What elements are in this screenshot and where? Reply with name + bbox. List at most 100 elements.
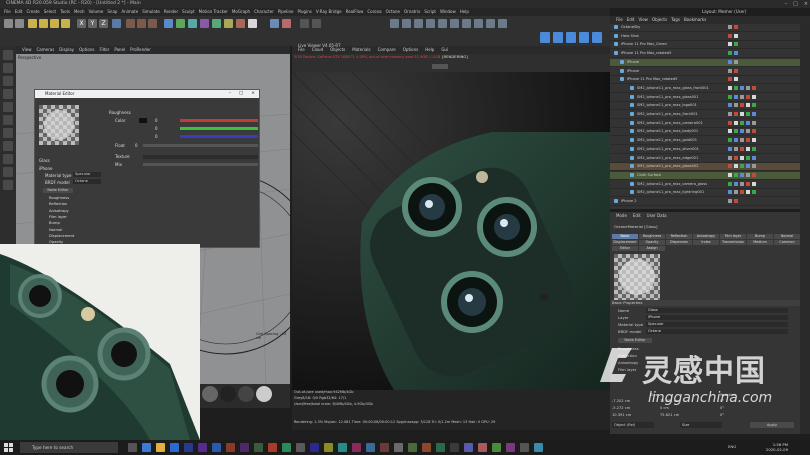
tag-icon[interactable] (752, 155, 756, 160)
tag-icon[interactable] (734, 77, 738, 82)
tab-roughness[interactable]: Roughness (639, 234, 665, 239)
tag-icon[interactable] (740, 94, 744, 99)
app-icon-20[interactable] (394, 443, 403, 452)
tag-icon[interactable] (728, 42, 732, 47)
menu-motion-tracker[interactable]: Motion Tracker (199, 8, 228, 16)
tag-icon[interactable] (734, 25, 738, 29)
mode-icon-2[interactable] (3, 63, 13, 73)
tag-icon[interactable] (752, 129, 756, 134)
live-viewer-menu-gui[interactable]: Gui (441, 46, 448, 54)
object-row[interactable]: SM2_iphone11_pro_max_body001 (610, 128, 800, 137)
menu-mograph[interactable]: MoGraph (232, 8, 250, 16)
app-icon-24[interactable] (450, 443, 459, 452)
app-icon-14[interactable] (310, 443, 319, 452)
object-row[interactable]: iPhone 11 Pro Max_Green (610, 41, 800, 50)
viewport-menu-cameras[interactable]: Cameras (37, 46, 55, 54)
om-menu-file[interactable]: File (616, 16, 623, 24)
app-icon-16[interactable] (338, 443, 347, 452)
tag-icon[interactable] (728, 190, 732, 195)
tag-icon[interactable] (734, 85, 738, 90)
tab-index[interactable]: Index (693, 240, 719, 245)
node-editor-button[interactable]: Node Editor (43, 188, 73, 193)
channel-roughness[interactable]: Roughness (49, 196, 69, 200)
tag-icon[interactable] (734, 129, 738, 134)
tag-icon[interactable] (740, 181, 744, 186)
am-menu-edit[interactable]: Edit (633, 212, 641, 220)
menu-tools[interactable]: Tools (60, 8, 70, 16)
app-icon-17[interactable] (352, 443, 361, 452)
tab-dispersion[interactable]: Dispersion (666, 240, 692, 245)
tag-icon[interactable] (752, 181, 756, 186)
tag-icon[interactable] (746, 164, 750, 169)
plugin-icon-1[interactable] (390, 19, 399, 28)
menu-mesh[interactable]: Mesh (74, 8, 85, 16)
am-menu-user-data[interactable]: User Data (647, 212, 667, 220)
tag-icon[interactable] (734, 146, 738, 151)
live-select-icon[interactable] (28, 19, 37, 28)
tag-icon[interactable] (734, 112, 738, 116)
tag-icon[interactable] (728, 181, 732, 186)
tag-icon[interactable] (728, 164, 732, 169)
menu-script[interactable]: Script (424, 8, 436, 16)
tag-icon[interactable] (752, 85, 756, 90)
app-icon-27[interactable] (492, 443, 501, 452)
object-row[interactable]: iPhone 11 Pro Max_rotated5 (610, 50, 800, 59)
material-swatch-4[interactable] (256, 386, 272, 402)
menu-corona[interactable]: Corona (367, 8, 381, 16)
channel-film-layer[interactable]: Film layer (49, 215, 67, 219)
object-row[interactable]: Hero Shot (610, 33, 800, 41)
minimize-icon[interactable]: – (785, 0, 788, 8)
app-icon-10[interactable] (254, 443, 263, 452)
viewport-menu-filter[interactable]: Filter (99, 46, 109, 54)
tag-icon[interactable] (728, 155, 732, 160)
float-value[interactable]: 0 (135, 143, 138, 148)
tag-icon[interactable] (734, 33, 738, 38)
tag-icon[interactable] (734, 172, 738, 177)
material-swatch-3[interactable] (238, 386, 254, 402)
edge-icon[interactable] (142, 443, 151, 452)
tag-icon[interactable] (752, 112, 756, 116)
deformer-icon[interactable] (212, 19, 221, 28)
layout-value[interactable]: Mesher (User) (718, 9, 746, 14)
tag-icon[interactable] (728, 103, 732, 108)
tag-icon[interactable] (746, 112, 750, 116)
menu-animate[interactable]: Animate (121, 8, 138, 16)
cube-icon[interactable] (164, 19, 173, 28)
om-menu-tags[interactable]: Tags (671, 16, 680, 24)
tag-icon[interactable] (728, 94, 732, 99)
tag-icon[interactable] (734, 155, 738, 160)
menu-edit[interactable]: Edit (15, 8, 23, 16)
layout-icon-4[interactable] (579, 32, 589, 43)
material-swatch-2[interactable] (220, 386, 236, 402)
coordinate-system-icon[interactable] (112, 19, 121, 28)
tab-bump[interactable]: Bump (747, 234, 773, 239)
tag-icon[interactable] (740, 164, 744, 169)
menu-ornatrix[interactable]: Ornatrix (404, 8, 420, 16)
tag-icon[interactable] (728, 129, 732, 134)
app-icon-29[interactable] (520, 443, 529, 452)
viewport-menu-panel[interactable]: Panel (114, 46, 125, 54)
app-icon-22[interactable] (422, 443, 431, 452)
app-icon-28[interactable] (506, 443, 515, 452)
live-viewer-menu-compare[interactable]: Compare (378, 46, 396, 54)
app-icon-19[interactable] (380, 443, 389, 452)
viewport-menu-prorender[interactable]: ProRender (130, 46, 151, 54)
object-row[interactable]: SM2_iphone11_pro_max_camera_glass (610, 181, 800, 189)
layout-icon-1[interactable] (540, 32, 550, 43)
tag-icon[interactable] (746, 138, 750, 143)
tag-icon[interactable] (728, 68, 732, 73)
plugin-icon-6[interactable] (450, 19, 459, 28)
plugin-icon-8[interactable] (474, 19, 483, 28)
tag-icon[interactable] (746, 94, 750, 99)
plugin-icon-7[interactable] (462, 19, 471, 28)
green-value[interactable]: 0 (155, 126, 158, 131)
object-row[interactable]: iPhone 11 Pro Max_rotated5 (610, 76, 800, 85)
tag-icon[interactable] (728, 146, 732, 151)
tag-icon[interactable] (734, 51, 738, 56)
layout-icon-5[interactable] (592, 32, 602, 43)
tag-icon[interactable] (752, 138, 756, 143)
tab-common[interactable]: Common (774, 240, 800, 245)
mode-icon-7[interactable] (3, 128, 13, 138)
tag-icon[interactable] (728, 112, 732, 116)
tag-icon[interactable] (740, 103, 744, 108)
